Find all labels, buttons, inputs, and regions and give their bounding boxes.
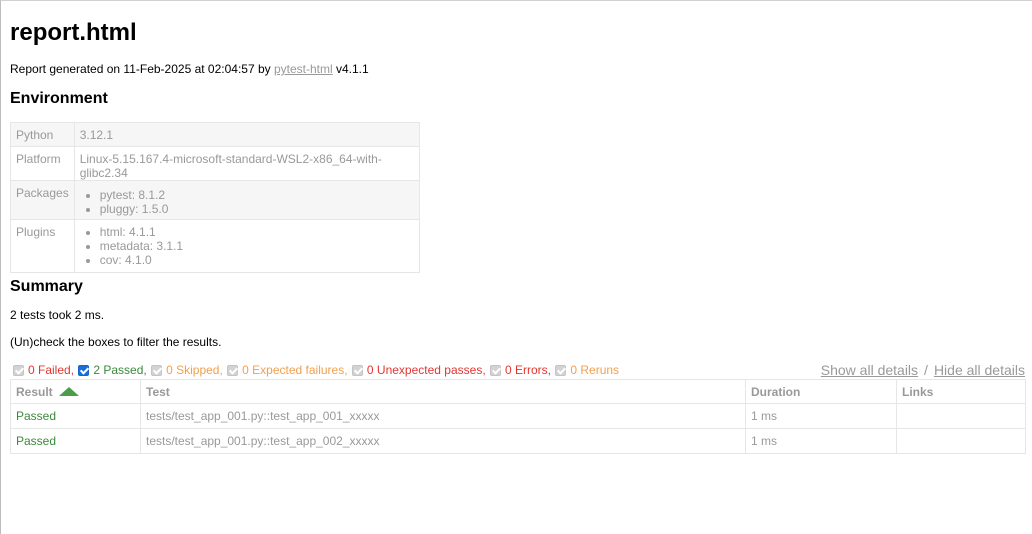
list-item: metadata: 3.1.1 bbox=[100, 239, 414, 253]
generated-suffix: v4.1.1 bbox=[332, 62, 369, 76]
links-cell bbox=[896, 428, 1026, 454]
env-row-python: Python 3.12.1 bbox=[10, 122, 420, 147]
filter-hint-text: (Un)check the boxes to filter the result… bbox=[10, 335, 222, 349]
duration-cell: 1 ms bbox=[745, 403, 897, 429]
run-duration-text: 2 tests took 2 ms. bbox=[10, 308, 105, 322]
environment-heading: Environment bbox=[10, 90, 108, 107]
checkbox-failed[interactable] bbox=[13, 364, 24, 376]
result-filters: 0 Failed, 2 Passed, 0 Skipped, 0 Expecte… bbox=[13, 363, 620, 379]
filter-skipped[interactable]: 0 Skipped, bbox=[151, 363, 223, 377]
page-title: report.html bbox=[10, 19, 137, 46]
show-all-details-link[interactable]: Show all details bbox=[821, 362, 918, 378]
filter-errors[interactable]: 0 Errors, bbox=[490, 363, 551, 377]
list-item: cov: 4.1.0 bbox=[100, 253, 414, 267]
column-header-test[interactable]: Test bbox=[140, 379, 746, 404]
summary-heading: Summary bbox=[10, 278, 83, 295]
generated-info: Report generated on 11-Feb-2025 at 02:04… bbox=[10, 62, 369, 76]
env-row-platform: Platform Linux-5.15.167.4-microsoft-stan… bbox=[10, 146, 420, 181]
env-row-packages: Packages pytest: 8.1.2 pluggy: 1.5.0 bbox=[10, 180, 420, 220]
pytest-html-link[interactable]: pytest-html bbox=[274, 62, 333, 76]
list-item: html: 4.1.1 bbox=[100, 225, 414, 239]
details-separator: / bbox=[924, 362, 928, 378]
env-value: Linux-5.15.167.4-microsoft-standard-WSL2… bbox=[73, 146, 420, 181]
env-value: 3.12.1 bbox=[73, 122, 420, 147]
filter-label: 0 Reruns bbox=[570, 363, 620, 377]
duration-cell: 1 ms bbox=[745, 428, 897, 454]
links-cell bbox=[896, 403, 1026, 429]
env-key: Python bbox=[10, 122, 75, 147]
filter-reruns[interactable]: 0 Reruns bbox=[555, 363, 619, 377]
list-item: pluggy: 1.5.0 bbox=[100, 202, 414, 216]
filter-label: 0 Expected failures, bbox=[242, 363, 348, 377]
results-table: Result Test Duration Links Passed tests/… bbox=[10, 379, 1026, 454]
checkbox-errors[interactable] bbox=[490, 364, 501, 376]
checkbox-passed[interactable] bbox=[78, 364, 90, 376]
env-key: Platform bbox=[10, 146, 75, 181]
packages-list: pytest: 8.1.2 pluggy: 1.5.0 bbox=[80, 188, 414, 216]
column-header-duration[interactable]: Duration bbox=[745, 379, 897, 404]
filter-label: 0 Unexpected passes, bbox=[366, 363, 486, 377]
environment-table: Python 3.12.1 Platform Linux-5.15.167.4-… bbox=[10, 122, 420, 273]
result-cell: Passed bbox=[10, 403, 141, 429]
checkbox-xpassed[interactable] bbox=[351, 364, 363, 376]
table-row[interactable]: Passed tests/test_app_001.py::test_app_0… bbox=[10, 403, 1026, 429]
header-label: Result bbox=[16, 384, 53, 399]
generated-prefix: Report generated on 11-Feb-2025 at 02:04… bbox=[10, 62, 274, 76]
filter-passed[interactable]: 2 Passed, bbox=[78, 363, 147, 377]
env-key: Packages bbox=[10, 180, 75, 220]
table-row[interactable]: Passed tests/test_app_001.py::test_app_0… bbox=[10, 428, 1026, 454]
results-header-row: Result Test Duration Links bbox=[10, 379, 1026, 404]
checkbox-reruns[interactable] bbox=[555, 364, 567, 376]
result-cell: Passed bbox=[10, 428, 141, 454]
sort-ascending-icon bbox=[58, 386, 79, 396]
filter-failed[interactable]: 0 Failed, bbox=[13, 363, 74, 377]
env-row-plugins: Plugins html: 4.1.1 metadata: 3.1.1 cov:… bbox=[10, 219, 420, 273]
hide-all-details-link[interactable]: Hide all details bbox=[934, 362, 1025, 378]
test-cell: tests/test_app_001.py::test_app_001_xxxx… bbox=[140, 403, 746, 429]
filter-label: 0 Skipped, bbox=[166, 363, 223, 377]
column-header-links: Links bbox=[896, 379, 1026, 404]
filter-xfailed[interactable]: 0 Expected failures, bbox=[227, 363, 348, 377]
details-toggle: Show all details / Hide all details bbox=[821, 362, 1025, 378]
checkbox-skipped[interactable] bbox=[151, 364, 163, 376]
filter-label: 2 Passed, bbox=[93, 363, 147, 377]
filter-xpassed[interactable]: 0 Unexpected passes, bbox=[351, 363, 486, 377]
filter-label: 0 Errors, bbox=[505, 363, 552, 377]
plugins-list: html: 4.1.1 metadata: 3.1.1 cov: 4.1.0 bbox=[80, 225, 414, 267]
filter-label: 0 Failed, bbox=[28, 363, 75, 377]
column-header-result[interactable]: Result bbox=[10, 379, 141, 404]
test-cell: tests/test_app_001.py::test_app_002_xxxx… bbox=[140, 428, 746, 454]
list-item: pytest: 8.1.2 bbox=[100, 188, 414, 202]
env-key: Plugins bbox=[10, 219, 75, 273]
checkbox-xfailed[interactable] bbox=[227, 364, 239, 376]
